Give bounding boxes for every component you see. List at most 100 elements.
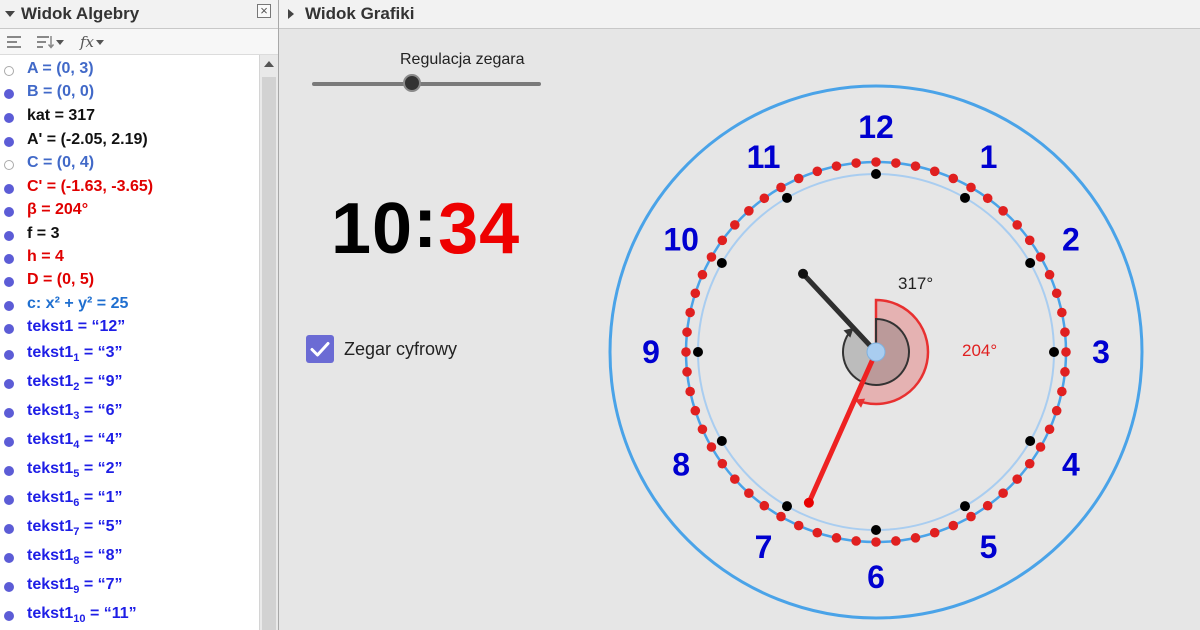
algebra-item[interactable]: β = 204° bbox=[0, 200, 258, 224]
algebra-item[interactable]: tekst13 = “6” bbox=[0, 401, 258, 425]
minute-dot bbox=[871, 537, 881, 547]
subscript: 5 bbox=[73, 468, 80, 481]
minute-dot bbox=[1051, 405, 1062, 416]
algebra-item-text[interactable]: tekst1 = “12” bbox=[27, 318, 125, 336]
algebra-item[interactable]: B = (0, 0) bbox=[0, 82, 258, 106]
algebra-item-text[interactable]: C = (0, 4) bbox=[27, 154, 94, 172]
algebra-item-text[interactable]: A' = (-2.05, 2.19) bbox=[27, 131, 148, 149]
algebra-item-text[interactable]: D = (0, 5) bbox=[27, 271, 94, 289]
minute-dot bbox=[744, 488, 754, 498]
visibility-toggle-on-icon[interactable] bbox=[4, 466, 14, 476]
algebra-item[interactable]: A = (0, 3) bbox=[0, 59, 258, 83]
graphics-view-header[interactable]: Widok Grafiki bbox=[279, 0, 1200, 29]
algebra-item-text[interactable]: C' = (-1.63, -3.65) bbox=[27, 178, 153, 196]
algebra-item-text[interactable]: tekst11 = “3” bbox=[27, 344, 123, 364]
visibility-toggle-off-icon[interactable] bbox=[4, 66, 14, 76]
algebra-item-text[interactable]: tekst19 = “7” bbox=[27, 576, 123, 596]
algebra-item-text[interactable]: tekst12 = “9” bbox=[27, 373, 123, 393]
visibility-toggle-on-icon[interactable] bbox=[4, 231, 14, 241]
algebra-item-text[interactable]: tekst17 = “5” bbox=[27, 518, 123, 538]
algebra-item[interactable]: tekst110 = “11” bbox=[0, 604, 258, 628]
minute-angle-label: 204° bbox=[962, 341, 997, 360]
visibility-toggle-on-icon[interactable] bbox=[4, 207, 14, 217]
algebra-item[interactable]: tekst19 = “7” bbox=[0, 575, 258, 599]
visibility-toggle-on-icon[interactable] bbox=[4, 184, 14, 194]
visibility-toggle-on-icon[interactable] bbox=[4, 553, 14, 563]
algebra-item[interactable]: A' = (-2.05, 2.19) bbox=[0, 130, 258, 154]
algebra-item-text[interactable]: tekst14 = “4” bbox=[27, 431, 123, 451]
visibility-toggle-on-icon[interactable] bbox=[4, 495, 14, 505]
algebra-item[interactable]: f = 3 bbox=[0, 224, 258, 248]
clock-adjust-slider[interactable] bbox=[312, 73, 542, 95]
algebra-item[interactable]: h = 4 bbox=[0, 247, 258, 271]
clock-number: 6 bbox=[867, 559, 885, 595]
visibility-toggle-off-icon[interactable] bbox=[4, 160, 14, 170]
algebra-item[interactable]: C' = (-1.63, -3.65) bbox=[0, 177, 258, 201]
visibility-toggle-on-icon[interactable] bbox=[4, 611, 14, 621]
expand-triangle-icon[interactable] bbox=[288, 9, 294, 19]
scroll-up-arrow-icon[interactable] bbox=[264, 61, 274, 67]
visibility-toggle-on-icon[interactable] bbox=[4, 301, 14, 311]
minute-dot bbox=[682, 367, 692, 377]
slider-knob[interactable] bbox=[403, 74, 421, 92]
algebra-item[interactable]: C = (0, 4) bbox=[0, 153, 258, 177]
visibility-toggle-on-icon[interactable] bbox=[4, 137, 14, 147]
visibility-toggle-on-icon[interactable] bbox=[4, 350, 14, 360]
algebra-item[interactable]: kat = 317 bbox=[0, 106, 258, 130]
algebra-item-text[interactable]: c: x² + y² = 25 bbox=[27, 295, 128, 313]
sort-by-icon[interactable] bbox=[36, 32, 64, 52]
algebra-item-text[interactable]: tekst16 = “1” bbox=[27, 489, 123, 509]
algebra-item-text[interactable]: tekst15 = “2” bbox=[27, 460, 123, 480]
algebra-item[interactable]: tekst17 = “5” bbox=[0, 517, 258, 541]
visibility-toggle-on-icon[interactable] bbox=[4, 437, 14, 447]
algebra-item[interactable]: tekst15 = “2” bbox=[0, 459, 258, 483]
visibility-toggle-on-icon[interactable] bbox=[4, 113, 14, 123]
visibility-toggle-on-icon[interactable] bbox=[4, 408, 14, 418]
algebra-item[interactable]: D = (0, 5) bbox=[0, 270, 258, 294]
algebra-item-text[interactable]: tekst18 = “8” bbox=[27, 547, 123, 567]
minute-dot bbox=[690, 288, 701, 299]
minute-dot bbox=[681, 347, 691, 357]
minute-dot bbox=[831, 161, 842, 171]
hour-hand-tip[interactable] bbox=[798, 268, 809, 279]
algebra-item[interactable]: tekst18 = “8” bbox=[0, 546, 258, 570]
subscript: 10 bbox=[73, 613, 86, 626]
algebra-item-text[interactable]: β = 204° bbox=[27, 201, 88, 219]
algebra-item[interactable]: tekst12 = “9” bbox=[0, 372, 258, 396]
visibility-toggle-on-icon[interactable] bbox=[4, 324, 14, 334]
algebra-view-header[interactable]: Widok Algebry × bbox=[0, 0, 278, 29]
algebra-item-text[interactable]: f = 3 bbox=[27, 225, 59, 243]
scrollbar-thumb[interactable] bbox=[262, 77, 276, 630]
algebra-item-text[interactable]: h = 4 bbox=[27, 248, 64, 266]
visibility-toggle-on-icon[interactable] bbox=[4, 379, 14, 389]
algebra-item-text[interactable]: tekst110 = “11” bbox=[27, 605, 137, 625]
clock-number: 3 bbox=[1092, 334, 1110, 370]
minute-dot bbox=[685, 307, 695, 318]
visibility-toggle-on-icon[interactable] bbox=[4, 582, 14, 592]
algebra-item[interactable]: tekst11 = “3” bbox=[0, 343, 258, 367]
visibility-toggle-on-icon[interactable] bbox=[4, 254, 14, 264]
vertical-scrollbar[interactable] bbox=[259, 55, 278, 630]
minute-dot bbox=[812, 166, 823, 177]
digital-minutes: 34 bbox=[438, 189, 521, 269]
show-auxiliary-icon[interactable] bbox=[6, 32, 22, 52]
algebra-item-text[interactable]: A = (0, 3) bbox=[27, 60, 94, 78]
input-mode-fx-icon[interactable]: fx bbox=[80, 32, 105, 52]
visibility-toggle-on-icon[interactable] bbox=[4, 89, 14, 99]
slider-track[interactable] bbox=[312, 82, 541, 86]
algebra-item[interactable]: tekst16 = “1” bbox=[0, 488, 258, 512]
hour-dot bbox=[960, 192, 970, 203]
algebra-toolbar: fx bbox=[0, 29, 278, 55]
close-icon[interactable]: × bbox=[257, 4, 271, 18]
algebra-item[interactable]: c: x² + y² = 25 bbox=[0, 294, 258, 318]
algebra-item-text[interactable]: B = (0, 0) bbox=[27, 83, 94, 101]
algebra-item-text[interactable]: tekst13 = “6” bbox=[27, 402, 123, 422]
minute-hand-tip[interactable] bbox=[803, 497, 814, 508]
digital-clock-checkbox[interactable] bbox=[306, 335, 334, 363]
algebra-item[interactable]: tekst14 = “4” bbox=[0, 430, 258, 454]
algebra-item-text[interactable]: kat = 317 bbox=[27, 107, 95, 125]
visibility-toggle-on-icon[interactable] bbox=[4, 524, 14, 534]
visibility-toggle-on-icon[interactable] bbox=[4, 277, 14, 287]
collapse-triangle-icon[interactable] bbox=[5, 11, 15, 17]
algebra-item[interactable]: tekst1 = “12” bbox=[0, 317, 258, 341]
